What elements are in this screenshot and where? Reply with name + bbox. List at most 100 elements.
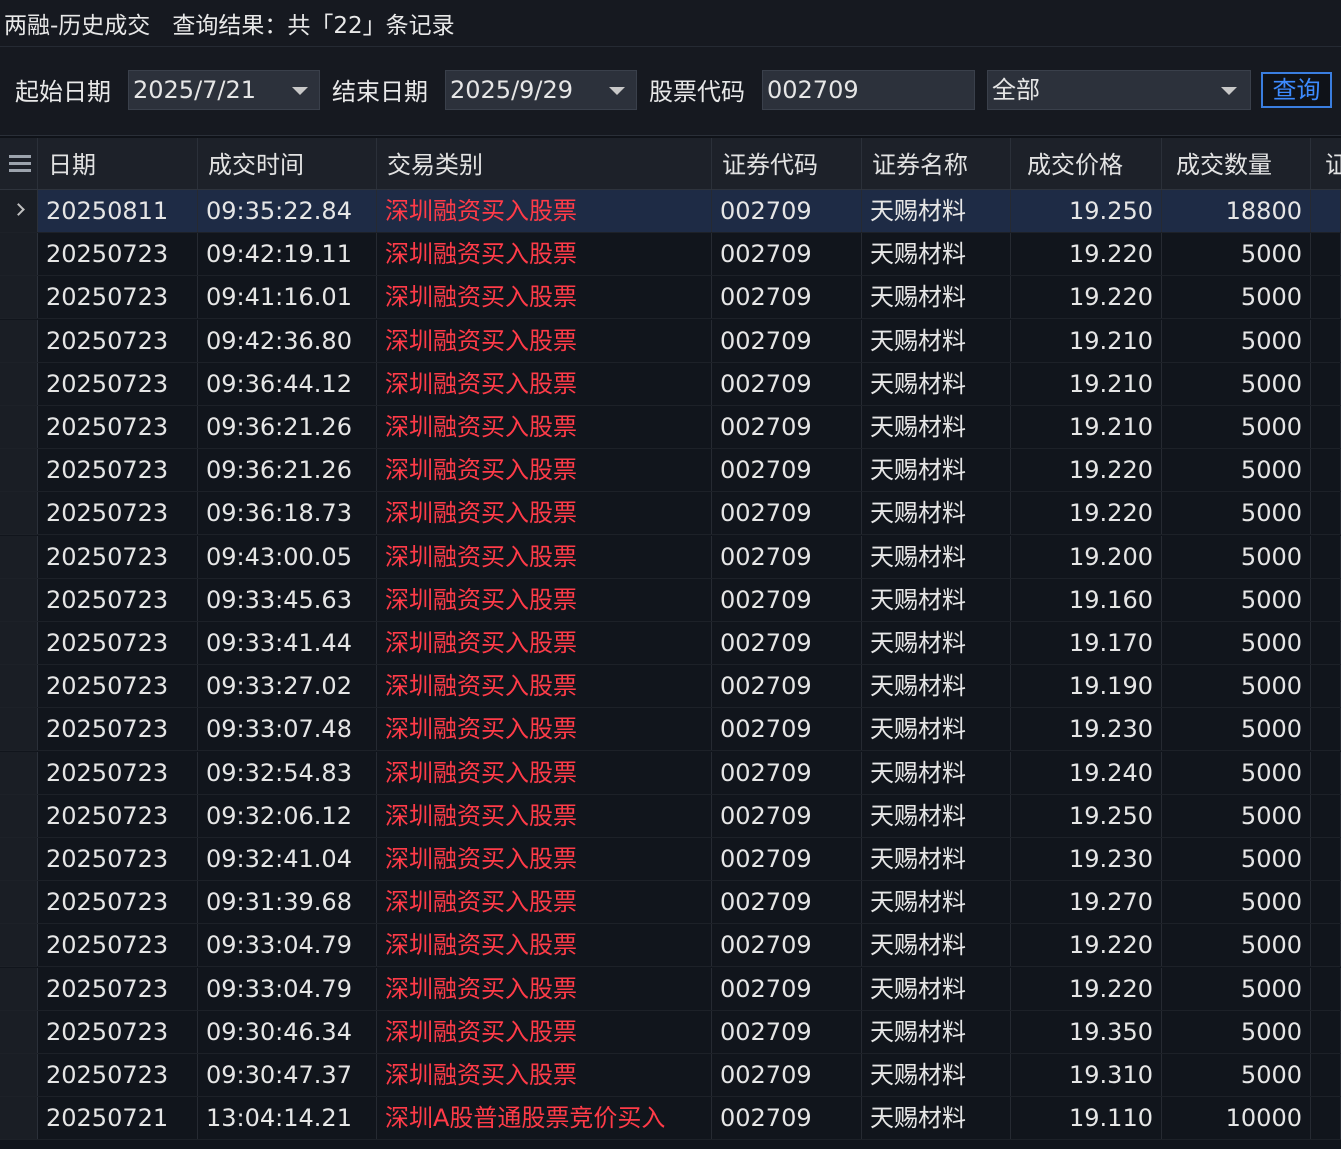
table-row[interactable]: 20250721 13:04:14.21 深圳A股普通股票竞价买入 002709 天赐材… bbox=[0, 1097, 1341, 1141]
row-header[interactable] bbox=[0, 1054, 38, 1096]
row-header[interactable] bbox=[0, 233, 38, 276]
cell-trade-type: 深圳融资买入股票 bbox=[377, 578, 712, 621]
table-row[interactable]: 20250723 09:30:47.37 深圳融资买入股票 002709 天赐材料 19.… bbox=[0, 1054, 1341, 1097]
row-header[interactable] bbox=[0, 838, 38, 880]
cell-date: 20250723 bbox=[38, 535, 198, 578]
table-row[interactable]: 20250723 09:30:46.34 深圳融资买入股票 002709 天赐材料 19.… bbox=[0, 1010, 1341, 1054]
table-row[interactable]: 20250723 09:31:39.68 深圳融资买入股票 002709 天赐材料 19.… bbox=[0, 881, 1341, 925]
cell-trade-type: 深圳融资买入股票 bbox=[377, 708, 712, 751]
menu-icon[interactable] bbox=[9, 155, 31, 173]
row-header[interactable] bbox=[0, 967, 38, 1010]
cell-code: 002709 bbox=[712, 881, 862, 924]
chevron-down-icon[interactable] bbox=[1221, 87, 1237, 95]
row-header[interactable] bbox=[0, 1097, 38, 1140]
row-header[interactable] bbox=[0, 492, 38, 535]
cell-price: 19.220 bbox=[1011, 449, 1162, 492]
column-menu[interactable] bbox=[0, 138, 38, 189]
cell-time: 09:30:47.37 bbox=[198, 1054, 377, 1096]
column-header-time[interactable]: 成交时间 bbox=[198, 138, 377, 189]
row-header[interactable] bbox=[0, 794, 38, 837]
table-row[interactable]: 20250723 09:32:54.83 深圳融资买入股票 002709 天赐材料 19.… bbox=[0, 751, 1341, 795]
cell-price: 19.240 bbox=[1011, 751, 1162, 794]
cell-price: 19.210 bbox=[1011, 319, 1162, 362]
row-header[interactable] bbox=[0, 665, 38, 708]
cell-date: 20250811 bbox=[38, 190, 198, 232]
table-row[interactable]: 20250723 09:36:44.12 深圳融资买入股票 002709 天赐材料 19.… bbox=[0, 362, 1341, 406]
cell-price: 19.250 bbox=[1011, 794, 1162, 837]
row-header[interactable] bbox=[0, 622, 38, 664]
cell-trade-type: 深圳融资买入股票 bbox=[377, 924, 712, 967]
cell-code: 002709 bbox=[712, 319, 862, 362]
cell-code: 002709 bbox=[712, 1054, 862, 1096]
column-header-trade-type[interactable]: 交易类别 bbox=[377, 138, 712, 189]
chevron-down-icon[interactable] bbox=[609, 87, 625, 95]
cell-name: 天赐材料 bbox=[862, 1054, 1011, 1096]
cell-name: 天赐材料 bbox=[862, 319, 1011, 362]
table-row[interactable]: 20250811 09:35:22.84 深圳融资买入股票 002709 天赐材料 19.… bbox=[0, 190, 1341, 233]
cell-name: 天赐材料 bbox=[862, 535, 1011, 578]
table-row[interactable]: 20250723 09:33:41.44 深圳融资买入股票 002709 天赐材料 19.… bbox=[0, 622, 1341, 665]
table-row[interactable]: 20250723 09:33:45.63 深圳融资买入股票 002709 天赐材料 19.… bbox=[0, 578, 1341, 622]
column-header-code[interactable]: 证券代码 bbox=[712, 138, 862, 189]
cell-price: 19.210 bbox=[1011, 406, 1162, 448]
row-header[interactable] bbox=[0, 751, 38, 794]
cell-time: 09:33:04.79 bbox=[198, 967, 377, 1010]
table-header: 日期 成交时间 交易类别 证券代码 证券名称 成交价格 成交数量 证 bbox=[0, 138, 1341, 190]
cell-name: 天赐材料 bbox=[862, 622, 1011, 664]
row-header[interactable] bbox=[0, 535, 38, 578]
start-date-picker[interactable]: 2025/7/21 bbox=[128, 70, 320, 110]
cell-date: 20250723 bbox=[38, 794, 198, 837]
cell-time: 09:33:27.02 bbox=[198, 665, 377, 708]
cell-time: 09:33:41.44 bbox=[198, 622, 377, 664]
stock-code-input[interactable]: 002709 bbox=[762, 70, 975, 110]
cell-trade-type: 深圳融资买入股票 bbox=[377, 535, 712, 578]
cell-time: 09:31:39.68 bbox=[198, 881, 377, 924]
row-header[interactable] bbox=[0, 190, 38, 232]
cell-code: 002709 bbox=[712, 535, 862, 578]
table-row[interactable]: 20250723 09:42:19.11 深圳融资买入股票 002709 天赐材料 19.… bbox=[0, 233, 1341, 277]
row-header[interactable] bbox=[0, 1010, 38, 1053]
table-row[interactable]: 20250723 09:43:00.05 深圳融资买入股票 002709 天赐材料 19.… bbox=[0, 535, 1341, 579]
cell-trade-type: 深圳融资买入股票 bbox=[377, 838, 712, 880]
table-row[interactable]: 20250723 09:33:07.48 深圳融资买入股票 002709 天赐材料 19.… bbox=[0, 708, 1341, 752]
row-header[interactable] bbox=[0, 708, 38, 751]
end-date-picker[interactable]: 2025/9/29 bbox=[445, 70, 637, 110]
cell-quantity: 5000 bbox=[1162, 492, 1311, 535]
column-header-partial[interactable]: 证 bbox=[1311, 138, 1341, 189]
row-header[interactable] bbox=[0, 276, 38, 319]
column-header-date[interactable]: 日期 bbox=[38, 138, 198, 189]
trade-type-select[interactable]: 全部 bbox=[987, 70, 1251, 110]
cell-code: 002709 bbox=[712, 622, 862, 664]
row-header[interactable] bbox=[0, 406, 38, 448]
end-date-value: 2025/9/29 bbox=[450, 76, 574, 104]
column-header-name[interactable]: 证券名称 bbox=[862, 138, 1011, 189]
table-row[interactable]: 20250723 09:41:16.01 深圳融资买入股票 002709 天赐材料 19.… bbox=[0, 276, 1341, 320]
query-button[interactable]: 查询 bbox=[1261, 72, 1332, 108]
cell-name: 天赐材料 bbox=[862, 794, 1011, 837]
cell-name: 天赐材料 bbox=[862, 449, 1011, 492]
table-row[interactable]: 20250723 09:33:04.79 深圳融资买入股票 002709 天赐材料 19.… bbox=[0, 924, 1341, 968]
cell-code: 002709 bbox=[712, 276, 862, 319]
table-row[interactable]: 20250723 09:33:27.02 深圳融资买入股票 002709 天赐材料 19.… bbox=[0, 665, 1341, 709]
row-header[interactable] bbox=[0, 449, 38, 492]
row-header[interactable] bbox=[0, 881, 38, 924]
row-header[interactable] bbox=[0, 578, 38, 621]
cell-name: 天赐材料 bbox=[862, 1097, 1011, 1140]
cell-price: 19.270 bbox=[1011, 881, 1162, 924]
table-row[interactable]: 20250723 09:32:06.12 深圳融资买入股票 002709 天赐材料 19.… bbox=[0, 794, 1341, 838]
table-row[interactable]: 20250723 09:36:21.26 深圳融资买入股票 002709 天赐材料 19.… bbox=[0, 449, 1341, 493]
table-row[interactable]: 20250723 09:36:21.26 深圳融资买入股票 002709 天赐材料 19.… bbox=[0, 406, 1341, 449]
chevron-down-icon[interactable] bbox=[292, 87, 308, 95]
table-row[interactable]: 20250723 09:32:41.04 深圳融资买入股票 002709 天赐材料 19.… bbox=[0, 838, 1341, 881]
cell-time: 09:42:36.80 bbox=[198, 319, 377, 362]
cell-quantity: 10000 bbox=[1162, 1097, 1311, 1140]
row-header[interactable] bbox=[0, 924, 38, 967]
row-header[interactable] bbox=[0, 319, 38, 362]
table-row[interactable]: 20250723 09:36:18.73 深圳融资买入股票 002709 天赐材料 19.… bbox=[0, 492, 1341, 536]
cell-partial bbox=[1311, 622, 1341, 664]
column-header-quantity[interactable]: 成交数量 bbox=[1162, 138, 1311, 189]
table-row[interactable]: 20250723 09:33:04.79 深圳融资买入股票 002709 天赐材料 19.… bbox=[0, 967, 1341, 1011]
table-row[interactable]: 20250723 09:42:36.80 深圳融资买入股票 002709 天赐材料 19.… bbox=[0, 319, 1341, 363]
row-header[interactable] bbox=[0, 362, 38, 405]
column-header-price[interactable]: 成交价格 bbox=[1011, 138, 1162, 189]
